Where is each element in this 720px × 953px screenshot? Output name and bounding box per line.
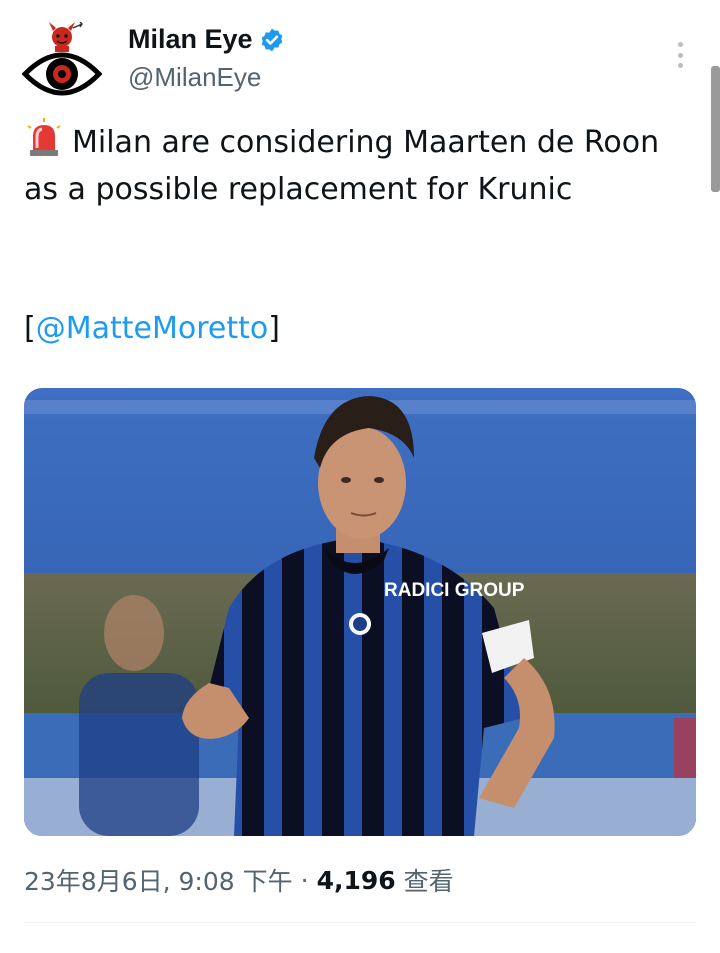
author-handle[interactable]: @MilanEye — [128, 62, 261, 93]
views-label: 查看 — [403, 867, 454, 896]
devil-eye-logo-icon — [21, 21, 103, 96]
author-name-text: Milan Eye — [128, 24, 253, 54]
tweet-meta: 23年8月6日, 9:08 下午 · 4,196 查看 — [24, 862, 454, 898]
meta-separator: · — [300, 865, 309, 895]
views-count: 4,196 — [316, 865, 396, 895]
tweet-detail: Milan Eye @MilanEye Milan are considerin… — [0, 0, 720, 953]
player-photo: RADICI GROUP — [24, 388, 696, 836]
jersey-sponsor-text: RADICI GROUP — [384, 580, 525, 601]
tweet-text: Milan are considering Maarten de Roon as… — [24, 118, 684, 213]
author-display-name[interactable]: Milan Eye — [128, 24, 285, 55]
mention-link[interactable]: @MatteMoretto — [36, 311, 269, 346]
bracket-open: [ — [24, 311, 36, 346]
verified-badge-icon — [261, 28, 282, 51]
divider — [24, 922, 696, 923]
tweet-photo[interactable]: RADICI GROUP — [24, 388, 696, 836]
more-options-icon[interactable] — [668, 38, 692, 72]
avatar[interactable] — [21, 21, 103, 100]
tweet-source: [@MatteMoretto] — [24, 305, 280, 352]
bracket-close: ] — [268, 311, 280, 346]
timestamp[interactable]: 23年8月6日, 9:08 下午 — [24, 862, 293, 898]
police-siren-icon — [27, 118, 61, 156]
tweet-body: Milan are considering Maarten de Roon as… — [24, 125, 660, 207]
scrollbar-thumb[interactable] — [711, 66, 720, 192]
